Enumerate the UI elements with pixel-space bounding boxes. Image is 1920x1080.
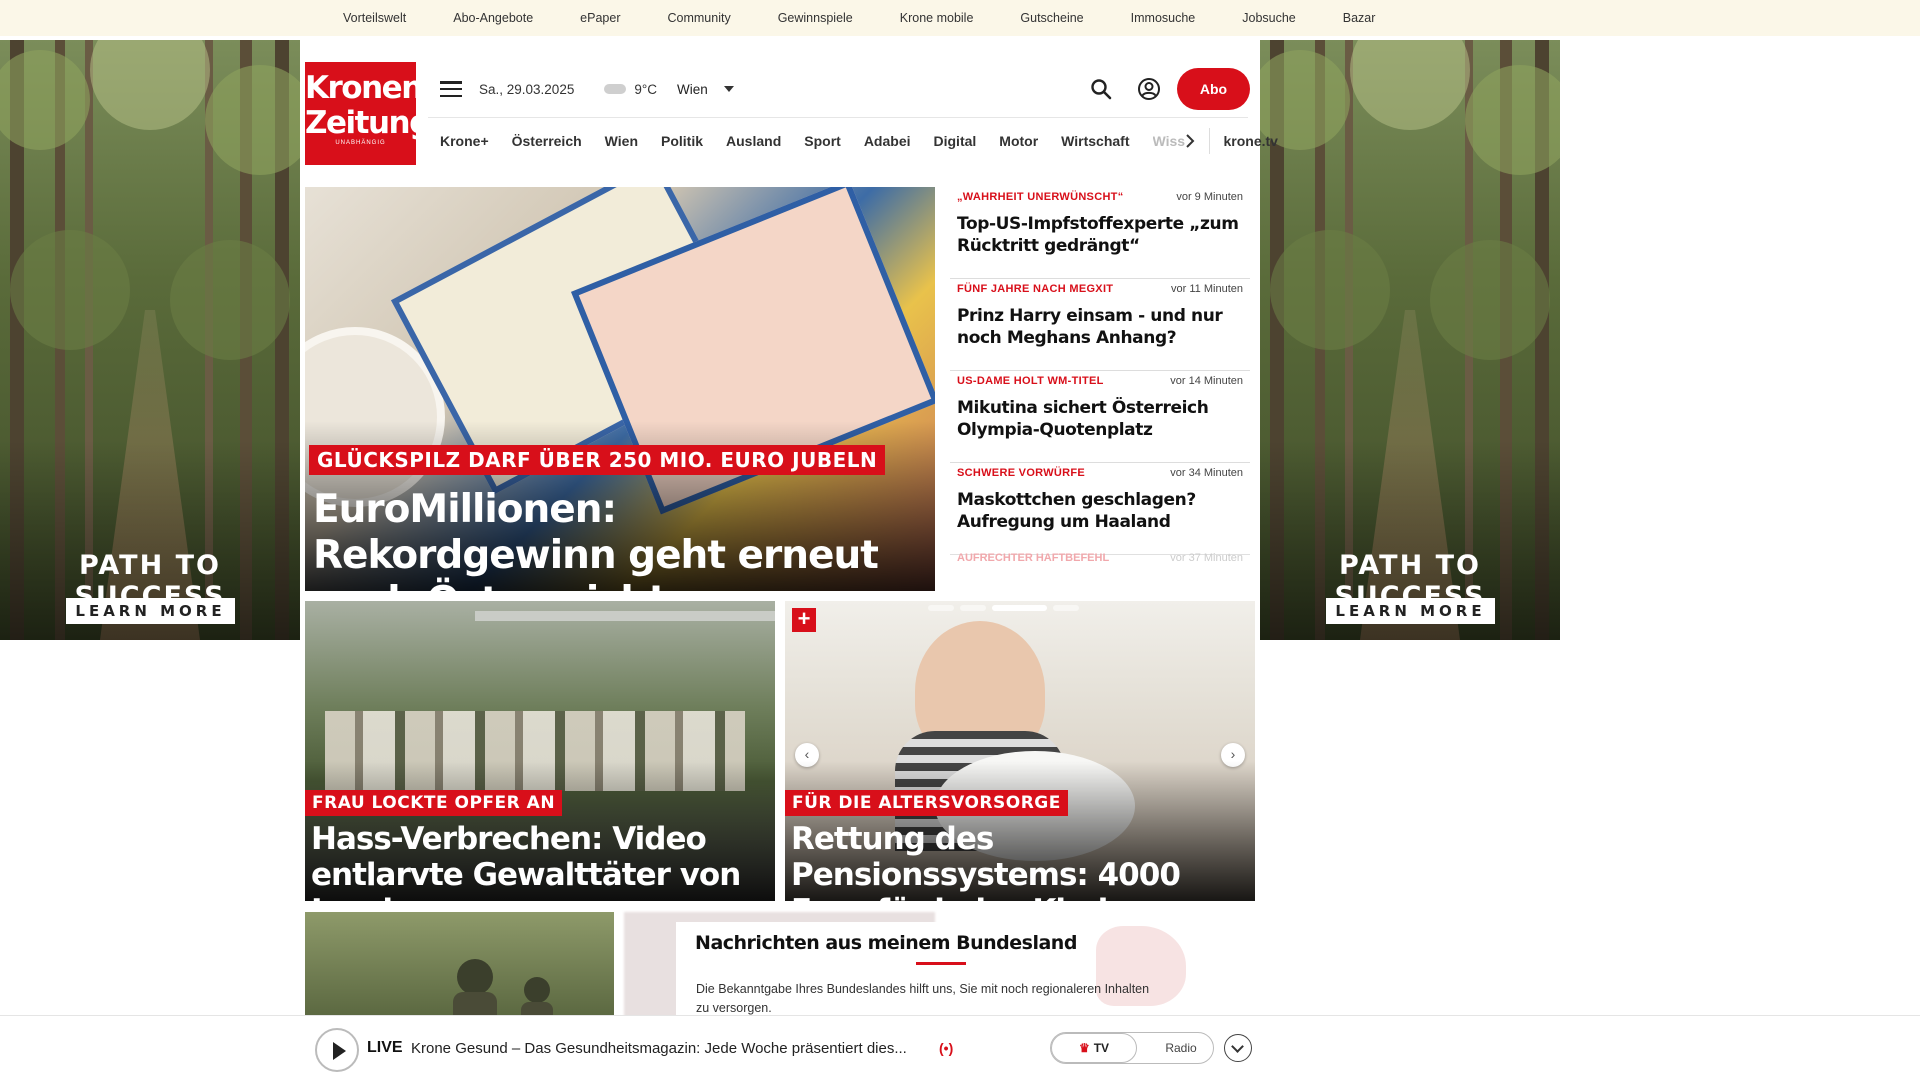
logo-line-1: Kronen: [305, 70, 423, 106]
nav-item-ausland[interactable]: Ausland: [726, 133, 781, 149]
prompt-text: Die Bekanntgabe Ihres Bundeslandes hilft…: [696, 982, 1150, 1015]
carousel-dot-active[interactable]: [992, 605, 1047, 611]
cloud-icon: [604, 84, 627, 94]
card-kicker: FÜR DIE ALTERSVORSORGE: [785, 790, 1068, 816]
krone-plus-badge: +: [792, 608, 816, 632]
menu-icon[interactable]: [440, 81, 462, 97]
ad-skyscraper-right[interactable]: PATH TO SUCCESS LEARN MORE: [1260, 40, 1560, 640]
utility-bar: Vorteilswelt Abo-Angebote ePaper Communi…: [0, 0, 1920, 36]
ticker-headline[interactable]: Top-US-Impfstoffexperte „zum Rücktritt g…: [957, 213, 1242, 257]
card-headline[interactable]: Hass-Verbrechen: Video entlarvte Gewaltt…: [311, 821, 771, 901]
ticker-item[interactable]: US-DAME HOLT WM-TITEL vor 14 Minuten Mik…: [950, 371, 1250, 463]
play-icon[interactable]: [315, 1028, 359, 1072]
nav-item-adabei[interactable]: Adabei: [864, 133, 911, 149]
ticker-time: vor 14 Minuten: [1170, 375, 1243, 387]
nav-item-wissen[interactable]: Wiss: [1153, 133, 1185, 149]
card-kicker: FRAU LOCKTE OPFER AN: [305, 790, 563, 816]
ticker-headline[interactable]: Maskottchen geschlagen? Aufregung um Haa…: [957, 489, 1242, 533]
crown-icon: ♛: [1078, 1041, 1090, 1055]
utility-link-krone-mobile[interactable]: Krone mobile: [900, 11, 974, 25]
utility-link-immosuche[interactable]: Immosuche: [1131, 11, 1196, 25]
carousel-dots: [928, 605, 1085, 611]
chevron-down-icon[interactable]: [723, 86, 734, 92]
nav-item-oesterreich[interactable]: Österreich: [512, 133, 582, 149]
nav-item-krone-tv[interactable]: krone.tv: [1224, 133, 1278, 149]
utility-link-abo-angebote[interactable]: Abo-Angebote: [453, 11, 533, 25]
divider: [428, 117, 1248, 118]
title-underline: [916, 962, 966, 965]
utility-link-community[interactable]: Community: [667, 11, 730, 25]
carousel-dot[interactable]: [960, 605, 986, 611]
abo-button[interactable]: Abo: [1177, 68, 1250, 110]
ticker-item[interactable]: FÜNF JAHRE NACH MEGXIT vor 11 Minuten Pr…: [950, 279, 1250, 371]
broadcast-icon: (•): [939, 1040, 954, 1056]
news-ticker: „WAHRHEIT UNERWÜNSCHT“ vor 9 Minuten Top…: [950, 187, 1250, 940]
carousel-dot[interactable]: [1053, 605, 1079, 611]
ticker-kicker: AUFRECHTER HAFTBEFEHL: [957, 552, 1110, 564]
ticker-headline[interactable]: Mikutina sichert Österreich Olympia-Quot…: [957, 397, 1242, 441]
nav-item-sport[interactable]: Sport: [804, 133, 841, 149]
utility-link-jobsuche[interactable]: Jobsuche: [1242, 11, 1296, 25]
account-icon[interactable]: [1137, 77, 1161, 101]
card-headline[interactable]: Rettung des Pensionssystems: 4000 Euro f…: [791, 821, 1251, 901]
header-actions: Abo: [1089, 68, 1250, 110]
search-icon[interactable]: [1089, 77, 1113, 101]
hero-kicker: GLÜCKSPILZ DARF ÜBER 250 MIO. EURO JUBEL…: [309, 445, 886, 475]
header-bar: Sa., 29.03.2025 9°C Wien Abo: [440, 68, 1250, 110]
tv-label: TV: [1093, 1041, 1110, 1055]
utility-link-bazar[interactable]: Bazar: [1343, 11, 1376, 25]
ticker-item-faded[interactable]: AUFRECHTER HAFTBEFEHL vor 37 Minuten: [950, 552, 1250, 940]
nav-item-motor[interactable]: Motor: [999, 133, 1038, 149]
region-selector[interactable]: Wien: [677, 82, 708, 97]
current-date: Sa., 29.03.2025: [479, 81, 575, 97]
chevron-down-icon[interactable]: [1224, 1034, 1252, 1062]
ad-skyscraper-left[interactable]: PATH TO SUCCESS LEARN MORE: [0, 40, 300, 640]
radio-toggle[interactable]: Radio: [1151, 1033, 1211, 1063]
ticker-item[interactable]: „WAHRHEIT UNERWÜNSCHT“ vor 9 Minuten Top…: [950, 187, 1250, 279]
logo-line-2: Zeitung: [305, 105, 431, 141]
chevron-right-icon[interactable]: [1185, 134, 1195, 148]
hero-headline[interactable]: EuroMillionen: Rekordgewinn geht erneut …: [313, 487, 923, 591]
ticker-kicker: US-DAME HOLT WM-TITEL: [957, 375, 1104, 387]
hero-story[interactable]: GLÜCKSPILZ DARF ÜBER 250 MIO. EURO JUBEL…: [305, 187, 935, 591]
nav-separator: [1208, 128, 1210, 154]
main-navigation: Krone+ Österreich Wien Politik Ausland S…: [440, 126, 1301, 156]
ticker-time: vor 9 Minuten: [1176, 191, 1243, 203]
ad-learn-more-button[interactable]: LEARN MORE: [66, 598, 235, 624]
prompt-title: Nachrichten aus meinem Bundesland: [695, 932, 1077, 954]
media-toggle[interactable]: ♛ TV Radio: [1050, 1032, 1214, 1064]
ticker-time: vor 37 Minuten: [1170, 552, 1243, 564]
nav-item-politik[interactable]: Politik: [661, 133, 703, 149]
utility-link-vorteilswelt[interactable]: Vorteilswelt: [343, 11, 406, 25]
utility-link-epaper[interactable]: ePaper: [580, 11, 620, 25]
carousel-dot[interactable]: [928, 605, 954, 611]
temperature: 9°C: [634, 81, 657, 97]
ticker-kicker: SCHWERE VORWÜRFE: [957, 467, 1086, 479]
ticker-kicker: FÜNF JAHRE NACH MEGXIT: [957, 283, 1114, 295]
utility-link-gewinnspiele[interactable]: Gewinnspiele: [778, 11, 853, 25]
utility-link-gutscheine[interactable]: Gutscheine: [1020, 11, 1083, 25]
nav-item-krone-plus[interactable]: Krone+: [440, 133, 489, 149]
nav-item-digital[interactable]: Digital: [934, 133, 977, 149]
story-card[interactable]: FRAU LOCKTE OPFER AN Hass-Verbrechen: Vi…: [305, 601, 775, 901]
kronen-zeitung-logo[interactable]: Kronen Zeitung UNABHÄNGIG: [305, 62, 431, 165]
nav-item-wien[interactable]: Wien: [605, 133, 638, 149]
ticker-headline[interactable]: Prinz Harry einsam - und nur noch Meghan…: [957, 305, 1242, 349]
nav-item-wirtschaft[interactable]: Wirtschaft: [1061, 133, 1129, 149]
live-title[interactable]: Krone Gesund – Das Gesundheitsmagazin: J…: [411, 1040, 907, 1057]
utility-links: Vorteilswelt Abo-Angebote ePaper Communi…: [343, 0, 1422, 36]
ad-learn-more-button[interactable]: LEARN MORE: [1326, 598, 1495, 624]
live-label: LIVE: [367, 1039, 403, 1056]
live-player-bar: LIVE Krone Gesund – Das Gesundheitsmagaz…: [0, 1015, 1920, 1080]
ticker-time: vor 11 Minuten: [1171, 283, 1243, 295]
bridge-image: [475, 611, 775, 621]
ticker-kicker: „WAHRHEIT UNERWÜNSCHT“: [957, 191, 1124, 203]
ticker-time: vor 34 Minuten: [1170, 467, 1243, 479]
story-carousel[interactable]: + ‹ › FÜR DIE ALTERSVORSORGE Rettung des…: [785, 601, 1255, 901]
tv-toggle[interactable]: ♛ TV: [1051, 1033, 1137, 1063]
ticker-item[interactable]: SCHWERE VORWÜRFE vor 34 Minuten Maskottc…: [950, 463, 1250, 555]
